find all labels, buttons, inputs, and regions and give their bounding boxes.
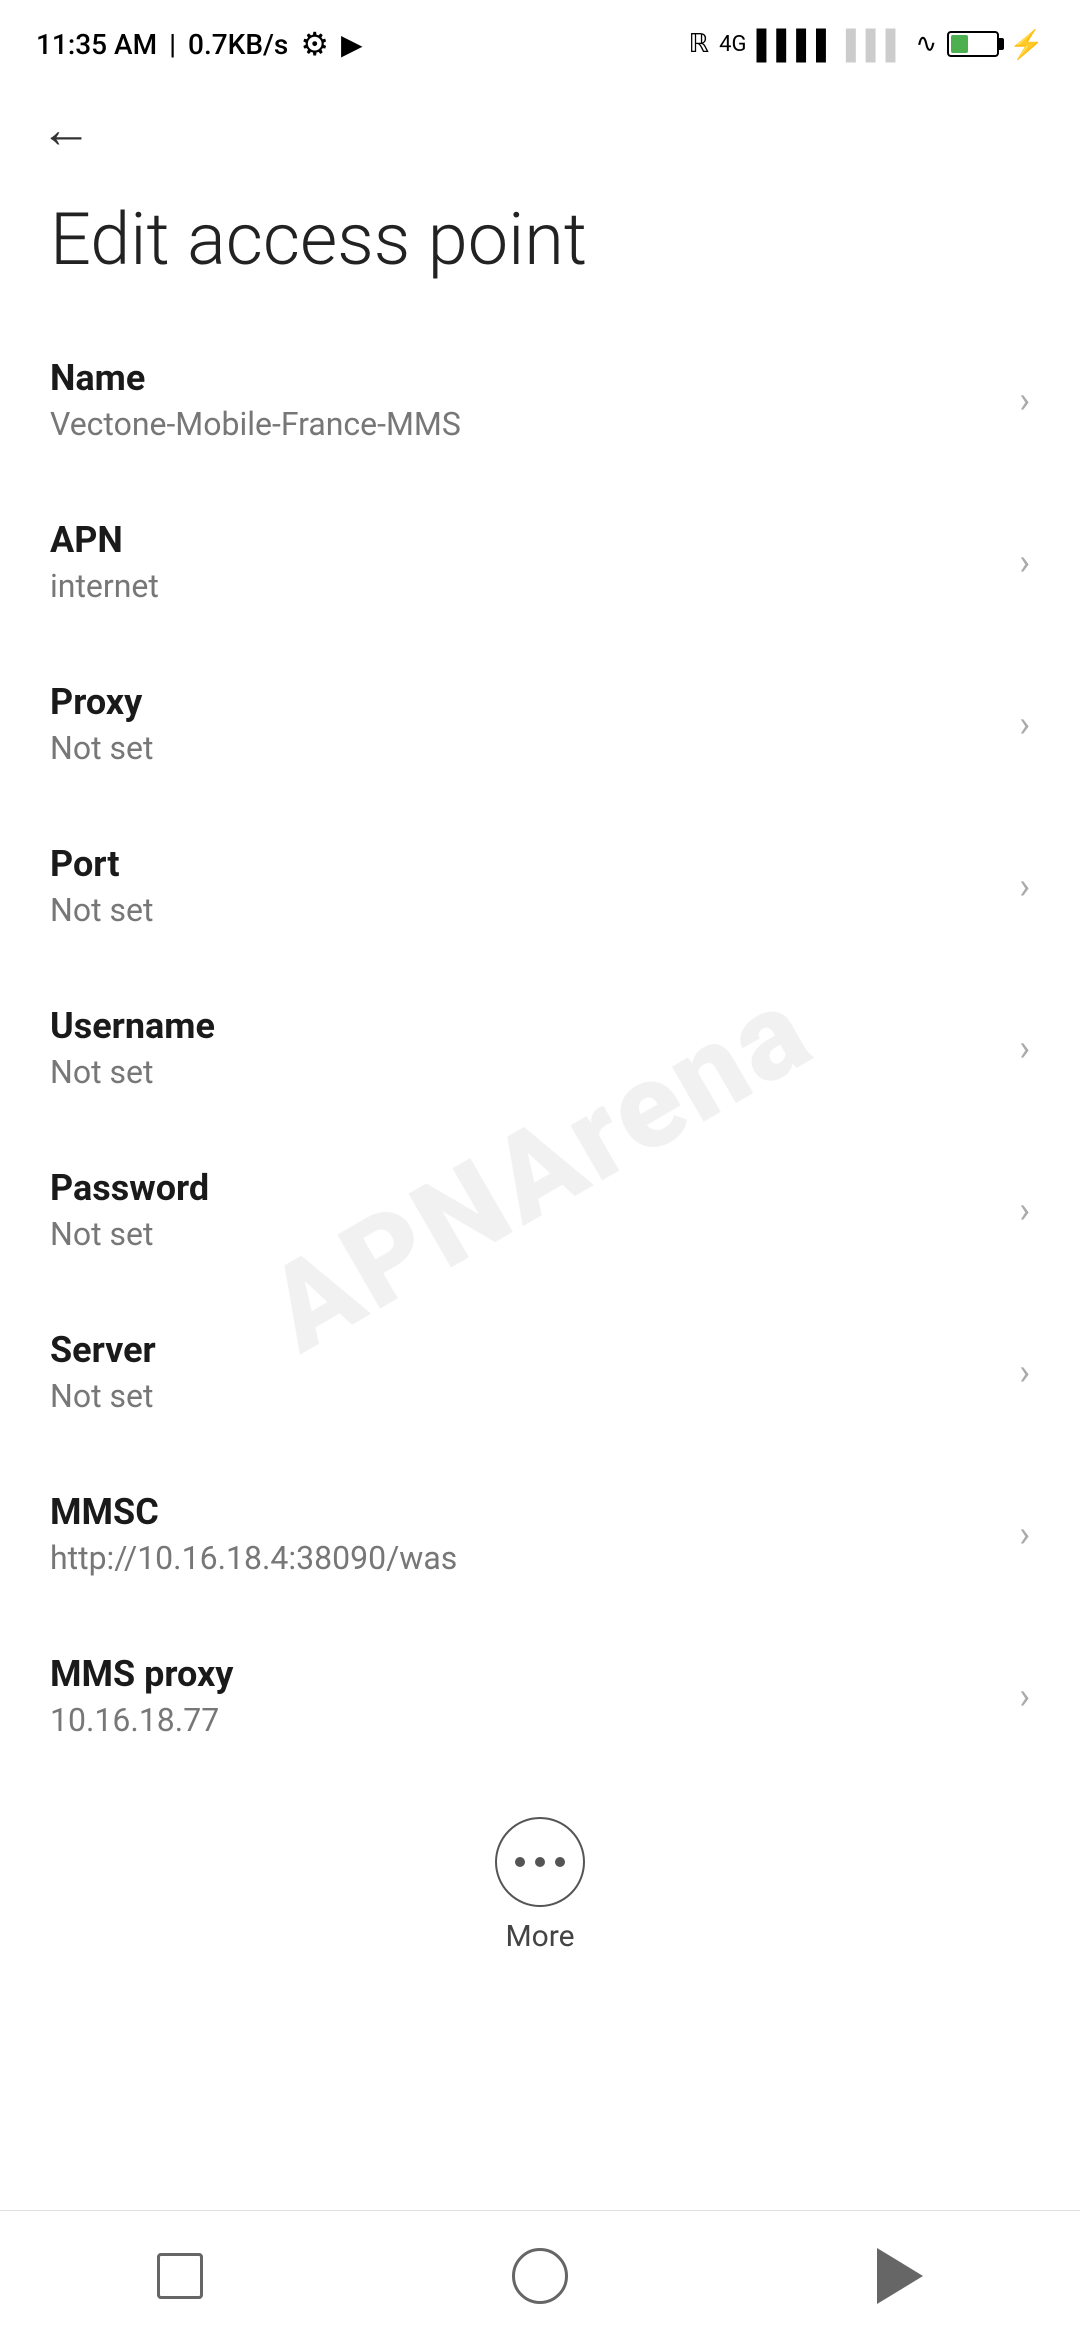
- setting-label-password: Password: [50, 1167, 999, 1209]
- setting-content-password: Password Not set: [50, 1167, 999, 1253]
- setting-item-mmsc[interactable]: MMSC http://10.16.18.4:38090/was ›: [0, 1453, 1080, 1615]
- bluetooth-icon: ℝ: [689, 29, 710, 59]
- signal-bars2-icon: ▌▌▌: [846, 28, 906, 61]
- setting-content-proxy: Proxy Not set: [50, 681, 999, 767]
- wifi-icon: ∿: [915, 29, 937, 59]
- recent-apps-icon: [157, 2253, 203, 2299]
- setting-item-apn[interactable]: APN internet ›: [0, 481, 1080, 643]
- battery-fill: [951, 35, 968, 53]
- chevron-icon-server: ›: [1019, 1351, 1030, 1393]
- chevron-icon-mms-proxy: ›: [1019, 1675, 1030, 1717]
- toolbar: ←: [0, 80, 1080, 170]
- setting-value-server: Not set: [50, 1377, 999, 1415]
- setting-item-port[interactable]: Port Not set ›: [0, 805, 1080, 967]
- setting-label-apn: APN: [50, 519, 999, 561]
- nav-back-button[interactable]: [800, 2236, 1000, 2316]
- setting-label-mms-proxy: MMS proxy: [50, 1653, 999, 1695]
- signal-bars-icon: ▌▌▌▌: [756, 28, 835, 61]
- back-icon: [877, 2248, 923, 2304]
- setting-label-proxy: Proxy: [50, 681, 999, 723]
- setting-item-proxy[interactable]: Proxy Not set ›: [0, 643, 1080, 805]
- setting-value-apn: internet: [50, 567, 999, 605]
- chevron-icon-proxy: ›: [1019, 703, 1030, 745]
- setting-content-username: Username Not set: [50, 1005, 999, 1091]
- setting-label-username: Username: [50, 1005, 999, 1047]
- network-speed-value: 0.7KB/s: [188, 28, 288, 61]
- setting-value-mmsc: http://10.16.18.4:38090/was: [50, 1539, 999, 1577]
- nav-home-button[interactable]: [440, 2236, 640, 2316]
- more-label: More: [505, 1919, 574, 1954]
- video-icon: ▶: [341, 28, 363, 61]
- battery-box: [947, 31, 999, 57]
- more-section[interactable]: More: [0, 1777, 1080, 2004]
- setting-content-apn: APN internet: [50, 519, 999, 605]
- more-circle-button[interactable]: [495, 1817, 585, 1907]
- status-bar: 11:35 AM | 0.7KB/s ⚙ ▶ ℝ 4G ▌▌▌▌ ▌▌▌ ∿ ⚡: [0, 0, 1080, 80]
- network-4g-icon: 4G: [719, 32, 746, 57]
- setting-item-username[interactable]: Username Not set ›: [0, 967, 1080, 1129]
- dot-2: [535, 1857, 545, 1867]
- setting-content-port: Port Not set: [50, 843, 999, 929]
- back-button[interactable]: ←: [40, 104, 92, 156]
- chevron-icon-password: ›: [1019, 1189, 1030, 1231]
- setting-label-mmsc: MMSC: [50, 1491, 999, 1533]
- setting-value-proxy: Not set: [50, 729, 999, 767]
- chevron-icon-name: ›: [1019, 379, 1030, 421]
- more-dots-icon: [515, 1857, 565, 1867]
- time-display: 11:35 AM: [36, 28, 157, 61]
- chevron-icon-apn: ›: [1019, 541, 1030, 583]
- setting-value-mms-proxy: 10.16.18.77: [50, 1701, 999, 1739]
- setting-item-name[interactable]: Name Vectone-Mobile-France-MMS ›: [0, 319, 1080, 481]
- nav-bar: [0, 2210, 1080, 2340]
- settings-list: Name Vectone-Mobile-France-MMS › APN int…: [0, 319, 1080, 2164]
- chevron-icon-username: ›: [1019, 1027, 1030, 1069]
- setting-value-name: Vectone-Mobile-France-MMS: [50, 405, 999, 443]
- home-icon: [512, 2248, 568, 2304]
- setting-item-mms-proxy[interactable]: MMS proxy 10.16.18.77 ›: [0, 1615, 1080, 1777]
- setting-label-server: Server: [50, 1329, 999, 1371]
- battery-container: [947, 31, 999, 57]
- setting-label-name: Name: [50, 357, 999, 399]
- setting-content-mms-proxy: MMS proxy 10.16.18.77: [50, 1653, 999, 1739]
- setting-content-name: Name Vectone-Mobile-France-MMS: [50, 357, 999, 443]
- setting-value-username: Not set: [50, 1053, 999, 1091]
- dot-1: [515, 1857, 525, 1867]
- chevron-icon-mmsc: ›: [1019, 1513, 1030, 1555]
- setting-value-password: Not set: [50, 1215, 999, 1253]
- settings-icon: ⚙: [300, 25, 329, 63]
- setting-value-port: Not set: [50, 891, 999, 929]
- dot-3: [555, 1857, 565, 1867]
- chevron-icon-port: ›: [1019, 865, 1030, 907]
- setting-item-server[interactable]: Server Not set ›: [0, 1291, 1080, 1453]
- nav-recent-apps-button[interactable]: [80, 2236, 280, 2316]
- status-left: 11:35 AM | 0.7KB/s ⚙ ▶: [36, 25, 363, 63]
- charge-icon: ⚡: [1009, 28, 1044, 61]
- setting-label-port: Port: [50, 843, 999, 885]
- setting-content-mmsc: MMSC http://10.16.18.4:38090/was: [50, 1491, 999, 1577]
- status-right: ℝ 4G ▌▌▌▌ ▌▌▌ ∿ ⚡: [689, 28, 1045, 61]
- network-speed: |: [169, 28, 176, 61]
- page-title: Edit access point: [0, 170, 1080, 319]
- setting-content-server: Server Not set: [50, 1329, 999, 1415]
- setting-item-password[interactable]: Password Not set ›: [0, 1129, 1080, 1291]
